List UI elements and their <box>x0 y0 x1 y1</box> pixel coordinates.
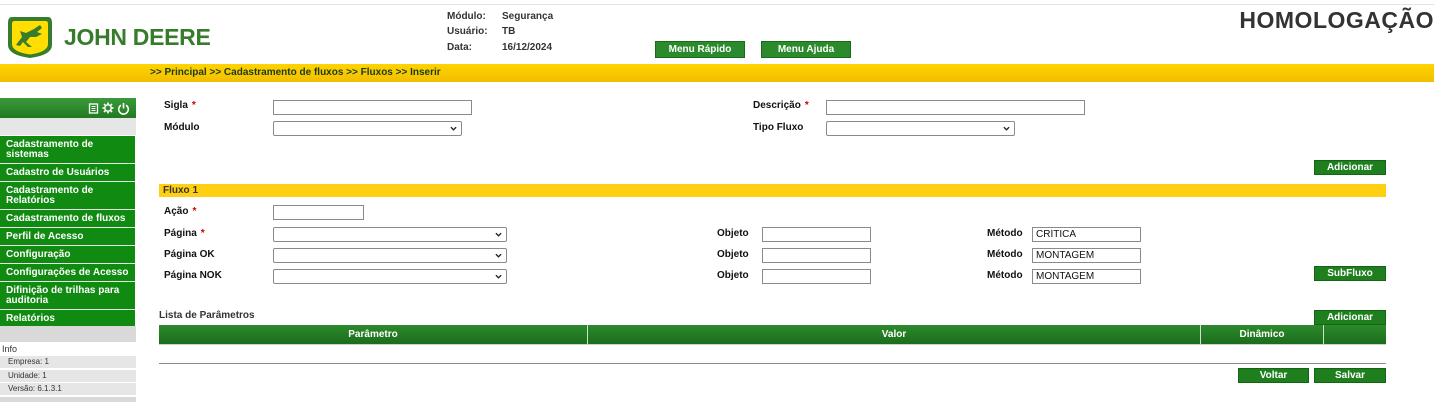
sidebar-item-cadastramento-sistemas[interactable]: Cadastramento de sistemas <box>0 136 135 164</box>
subfluxo-button[interactable]: SubFluxo <box>1314 266 1386 281</box>
metodo-label: Método <box>987 249 1023 260</box>
sidebar-menu: Cadastramento de sistemas Cadastro de Us… <box>0 136 135 328</box>
required-mark: * <box>804 100 809 111</box>
sigla-label: Sigla * <box>164 100 196 111</box>
sidebar-item-perfil-acesso[interactable]: Perfil de Acesso <box>0 228 135 246</box>
parametros-table-header: Parâmetro Valor Dinâmico <box>159 325 1386 344</box>
info-title: Info <box>2 344 18 354</box>
adicionar-parametro-button[interactable]: Adicionar <box>1314 310 1386 325</box>
modulo-header-label: Módulo: <box>447 11 486 22</box>
brand-name: JOHN DEERE <box>64 23 211 50</box>
form-separator <box>159 363 1386 364</box>
objeto-input-pagina[interactable] <box>762 227 871 242</box>
column-header-actions <box>1324 325 1386 344</box>
descricao-label: Descrição * <box>753 100 809 111</box>
descricao-input[interactable] <box>826 100 1085 115</box>
power-icon[interactable] <box>117 102 130 115</box>
john-deere-logo[interactable]: JOHN DEERE <box>6 14 238 60</box>
voltar-button[interactable]: Voltar <box>1238 368 1309 383</box>
objeto-input-pagina-nok[interactable] <box>762 269 871 284</box>
lista-parametros-title: Lista de Parâmetros <box>159 310 255 321</box>
data-header-value: 16/12/2024 <box>502 42 553 53</box>
metodo-input-pagina-nok[interactable] <box>1032 269 1141 284</box>
metodo-input-pagina-ok[interactable] <box>1032 248 1141 263</box>
usuario-header-value: TB <box>502 26 516 37</box>
breadcrumb: >> Principal >> Cadastramento de fluxos … <box>150 67 441 78</box>
metodo-input-pagina[interactable] <box>1032 227 1141 242</box>
pagina-ok-label: Página OK <box>164 249 215 260</box>
adicionar-fluxo-button[interactable]: Adicionar <box>1314 160 1386 175</box>
acao-label: Ação * <box>164 206 197 217</box>
sidebar-item-configuracao[interactable]: Configuração <box>0 246 135 264</box>
menu-rapido-button[interactable]: Menu Rápido <box>655 41 745 58</box>
pagina-ok-select[interactable] <box>273 248 507 263</box>
required-mark: * <box>191 100 196 111</box>
modulo-header-value: Segurança <box>502 11 554 22</box>
column-header-valor: Valor <box>588 325 1201 344</box>
menu-ajuda-button[interactable]: Menu Ajuda <box>761 41 851 58</box>
pagina-nok-label: Página NOK <box>164 270 222 281</box>
modulo-select[interactable] <box>273 121 462 136</box>
metodo-label: Método <box>987 270 1023 281</box>
objeto-label: Objeto <box>717 249 749 260</box>
sigla-input[interactable] <box>273 100 472 115</box>
column-header-parametro: Parâmetro <box>159 325 588 344</box>
modulo-label: Módulo <box>164 122 200 133</box>
pagina-select[interactable] <box>273 227 507 242</box>
sidebar-footer <box>0 397 136 402</box>
environment-title: HOMOLOGAÇÃO <box>1239 7 1434 33</box>
top-border <box>0 0 1434 5</box>
salvar-button[interactable]: Salvar <box>1314 368 1386 383</box>
gear-icon[interactable] <box>102 102 114 114</box>
chevron-down-icon <box>495 232 502 237</box>
sidebar-item-cadastro-usuarios[interactable]: Cadastro de Usuários <box>0 164 135 182</box>
objeto-label: Objeto <box>717 228 749 239</box>
sidebar-header <box>0 98 136 118</box>
chevron-down-icon <box>495 274 502 279</box>
sidebar-spacer <box>0 118 136 135</box>
sidebar-item-configuracoes-acesso[interactable]: Configurações de Acesso <box>0 264 135 282</box>
usuario-header-label: Usuário: <box>447 26 488 37</box>
info-empresa: Empresa: 1 <box>0 356 136 368</box>
objeto-label: Objeto <box>717 270 749 281</box>
book-icon[interactable] <box>88 102 99 114</box>
sidebar-item-cadastramento-fluxos[interactable]: Cadastramento de fluxos <box>0 210 135 228</box>
column-header-dinamico: Dinâmico <box>1201 325 1324 344</box>
info-unidade: Unidade: 1 <box>0 370 136 382</box>
required-mark: * <box>192 206 197 217</box>
data-header-label: Data: <box>447 42 473 53</box>
metodo-label: Método <box>987 228 1023 239</box>
tipo-fluxo-label: Tipo Fluxo <box>753 122 804 133</box>
chevron-down-icon <box>495 253 502 258</box>
pagina-label: Página * <box>164 228 205 239</box>
objeto-input-pagina-ok[interactable] <box>762 248 871 263</box>
chevron-down-icon <box>1003 126 1010 131</box>
acao-input[interactable] <box>273 205 364 220</box>
required-mark: * <box>200 228 205 239</box>
sidebar-item-trilhas-auditoria[interactable]: Difinição de trilhas para auditoria <box>0 282 135 310</box>
chevron-down-icon <box>450 126 457 131</box>
info-versao: Versão: 6.1.3.1 <box>0 383 136 395</box>
tipo-fluxo-select[interactable] <box>826 121 1015 136</box>
fluxo-section-title: Fluxo 1 <box>159 184 1386 197</box>
sidebar-item-cadastramento-relatorios[interactable]: Cadastramento de Relatórios <box>0 182 135 210</box>
parametros-table-bottom <box>159 344 1386 345</box>
deer-logo-icon <box>8 17 52 58</box>
sidebar-divider <box>0 326 136 342</box>
pagina-nok-select[interactable] <box>273 269 507 284</box>
